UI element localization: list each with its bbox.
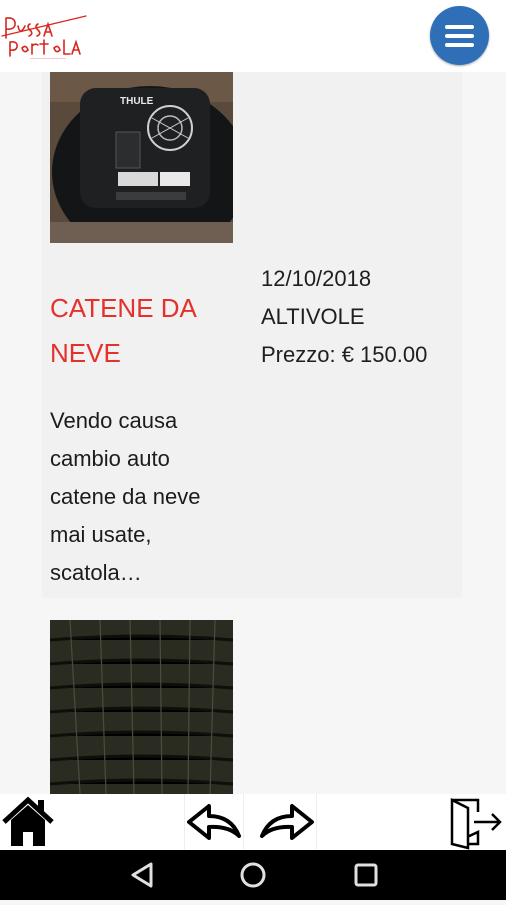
triangle-back-icon[interactable] [131,862,153,888]
back-arrow-icon [187,804,241,840]
forward-button[interactable] [258,794,317,850]
menu-button[interactable] [430,6,489,65]
app-logo[interactable]: ————————— [0,8,90,60]
square-recents-icon[interactable] [354,863,378,887]
listing-description: Vendo causa cambio auto catene da neve m… [50,408,201,585]
listing-feed[interactable]: THULE 12/10/2018 ALTIVOLE Prezzo: € 150.… [0,72,506,794]
listing-location: ALTIVOLE [261,304,365,329]
hamburger-menu-icon [445,25,474,29]
listing-card[interactable]: THULE 12/10/2018 ALTIVOLE Prezzo: € 150.… [42,72,462,598]
home-button[interactable] [0,794,56,850]
tire-tread-image[interactable] [50,620,233,794]
circle-home-icon[interactable] [240,862,266,888]
app-header: ————————— [0,0,506,72]
hamburger-line [445,43,474,47]
back-button[interactable] [184,794,244,850]
android-nav-bar [0,850,506,900]
listing-card[interactable] [42,620,462,794]
listing-price: Prezzo: € 150.00 [261,342,428,367]
exit-door-icon [450,797,502,850]
forward-arrow-icon [260,804,314,840]
svg-text:—————————: ————————— [30,55,66,60]
listing-title[interactable]: CATENE DA NEVE [50,286,250,376]
exit-button[interactable] [448,794,506,850]
home-icon [2,796,54,846]
listing-meta: 12/10/2018 ALTIVOLE Prezzo: € 150.00 [261,260,461,374]
bottom-navigation [0,794,506,850]
hamburger-line [445,34,474,38]
listing-date: 12/10/2018 [261,266,372,291]
snow-chains-box-image[interactable]: THULE [50,72,233,243]
svg-text:THULE: THULE [120,96,154,107]
